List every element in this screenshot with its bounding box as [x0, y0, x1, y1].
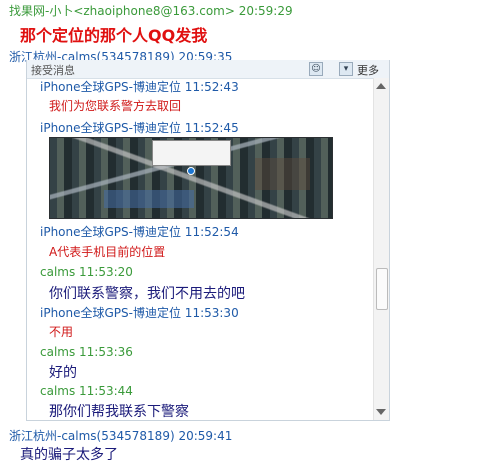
message-sender: iPhone全球GPS-博迪定位 11:52:43	[40, 80, 239, 94]
satellite-map-image	[49, 137, 333, 219]
message-content: 不用	[49, 325, 74, 339]
message-content: 我们为您联系警方去取回	[49, 99, 182, 113]
more-label[interactable]: 更多	[357, 62, 379, 78]
outer-message-text-1: 那个定位的那个人QQ发我	[20, 26, 208, 45]
outer-message-text-3: 真的骗子太多了	[20, 447, 118, 463]
message-sender: calms 11:53:36	[40, 345, 133, 359]
scroll-up-icon[interactable]	[376, 83, 386, 89]
message-content: A代表手机目前的位置	[49, 245, 166, 259]
message-sender: iPhone全球GPS-博迪定位 11:52:45	[40, 121, 239, 135]
embedded-chat-screenshot: 接受消息 ☺ ▾ 更多 iPhone全球GPS-博迪定位 11:52:43 我们…	[26, 60, 390, 421]
map-popup-box	[152, 140, 231, 166]
message-sender: calms 11:53:20	[40, 265, 133, 279]
scroll-down-icon[interactable]	[376, 409, 386, 415]
scroll-thumb[interactable]	[376, 268, 388, 310]
message-sender: iPhone全球GPS-博迪定位 11:52:54	[40, 225, 239, 239]
outer-message-header-3: 浙江杭州-calms(534578189) 20:59:41	[9, 429, 233, 443]
toolbar-label: 接受消息	[31, 64, 75, 77]
message-content: 好的	[49, 365, 77, 381]
history-icon[interactable]: ▾	[339, 62, 353, 76]
location-pin-icon	[187, 167, 195, 175]
embedded-toolbar: 接受消息 ☺ ▾ 更多	[27, 60, 389, 79]
emoji-icon[interactable]: ☺	[309, 62, 323, 76]
message-content: 你们联系警察，我们不用去的吧	[49, 286, 245, 302]
message-sender: iPhone全球GPS-博迪定位 11:53:30	[40, 306, 239, 320]
embedded-scrollbar[interactable]	[373, 78, 389, 420]
message-sender: calms 11:53:44	[40, 384, 133, 398]
message-content: 那你们帮我联系下警察	[49, 404, 189, 420]
outer-message-header-1: 找果网-小卜<zhaoiphone8@163.com> 20:59:29	[9, 4, 293, 18]
